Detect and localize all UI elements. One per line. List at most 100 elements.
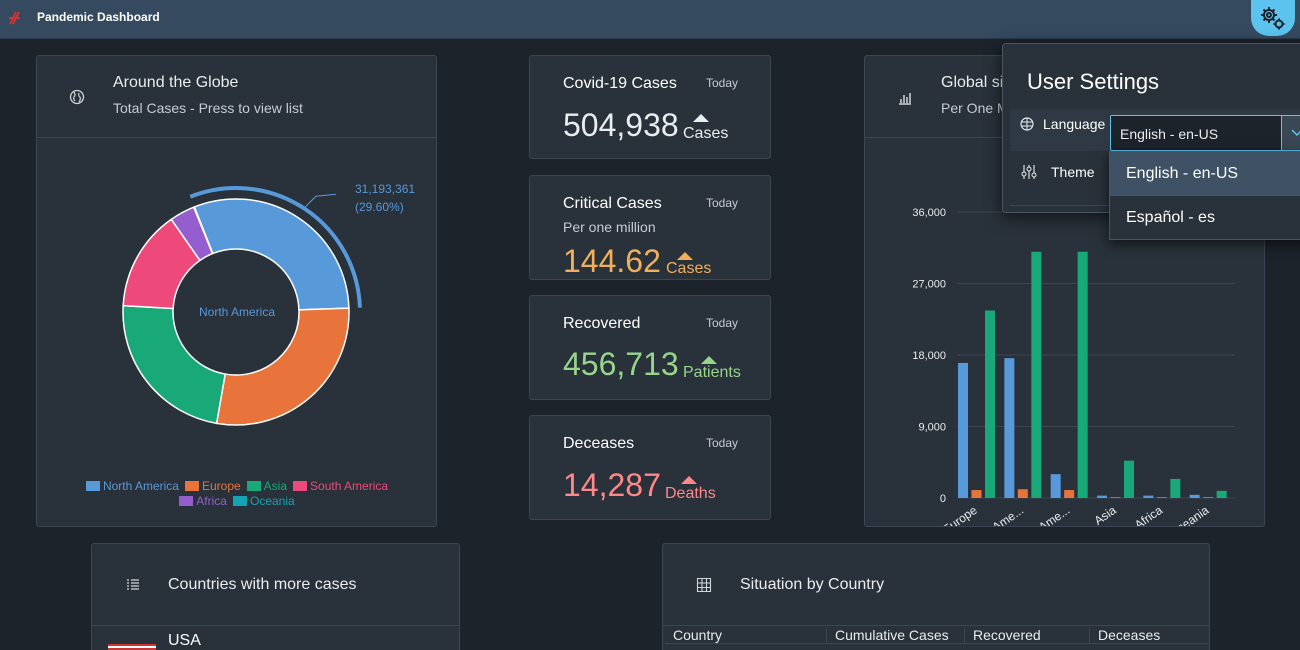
legend-label: North America [102, 479, 179, 493]
tile-deceases[interactable]: Deceases Today 14,287 Deaths [529, 415, 771, 520]
bar-recovered[interactable] [1170, 478, 1181, 498]
donut-chart[interactable]: North America 31,193,361 (29.60%) [37, 176, 436, 506]
up-arrow-icon [701, 356, 717, 364]
bar-recovered[interactable] [1124, 460, 1134, 498]
language-option-spanish[interactable]: Español - es [1110, 196, 1300, 240]
tile-title: Recovered [563, 315, 641, 332]
donut-legend: North America Europe Asia South America Afri… [75, 479, 405, 509]
tile-period: Today [706, 196, 739, 210]
tile-critical-cases[interactable]: Critical Cases Today Per one million 144… [529, 175, 771, 280]
bar-deaths[interactable] [1156, 497, 1167, 498]
y-tick-label: 27,000 [912, 279, 946, 291]
tile-recovered[interactable]: Recovered Today 456,713 Patients [529, 295, 771, 400]
up-arrow-icon [693, 114, 709, 122]
table-header: Country Cumulative Cases Recovered Decea… [665, 626, 1208, 644]
column-header-recovered[interactable]: Recovered [965, 627, 1090, 644]
bar-deaths[interactable] [1064, 490, 1075, 498]
bar-active[interactable] [1097, 495, 1107, 498]
legend-swatch [293, 481, 308, 491]
legend-item-asia[interactable]: Asia [246, 479, 288, 494]
card-title: Countries with more cases [168, 576, 357, 593]
tile-value: 14,287 [563, 467, 661, 503]
gears-icon [1261, 7, 1285, 30]
legend-label: Europe [201, 479, 241, 493]
card-title: Situation by Country [740, 576, 885, 593]
globe-icon [69, 89, 85, 105]
x-tick-label: Europe [940, 503, 980, 526]
countries-more-cases-card[interactable]: Countries with more cases USA [91, 543, 460, 650]
y-tick-label: 36,000 [912, 207, 946, 219]
language-label: Language [1043, 116, 1106, 132]
card-header: Countries with more cases [92, 544, 459, 626]
card-header: Around the Globe Total Cases - Press to … [37, 56, 436, 138]
tile-covid-cases[interactable]: Covid-19 Cases Today 504,938 Cases [529, 55, 771, 159]
language-select-value: English - en-US [1120, 126, 1219, 142]
callout-line [303, 193, 336, 209]
tile-unit: Patients [683, 364, 741, 381]
legend-item-south-america[interactable]: South America [293, 479, 388, 494]
legend-item-oceania[interactable]: Oceania [232, 494, 295, 509]
tile-value: 144.62 [563, 243, 661, 279]
country-name[interactable]: USA [168, 632, 201, 650]
situation-by-country-card[interactable]: Situation by Country Country Cumulative … [662, 543, 1210, 650]
card-subtitle: Total Cases - Press to view list [113, 100, 303, 116]
legend-label: Asia [263, 479, 288, 493]
legend-item-europe[interactable]: Europe [184, 479, 241, 494]
tile-title: Covid-19 Cases [563, 75, 677, 92]
legend-swatch [232, 496, 247, 506]
column-header-cumulative[interactable]: Cumulative Cases [827, 627, 965, 644]
around-the-globe-card[interactable]: Around the Globe Total Cases - Press to … [36, 55, 437, 527]
bar-recovered[interactable] [1216, 490, 1227, 498]
tile-subtitle: Per one million [563, 219, 656, 235]
table-icon [696, 577, 712, 593]
bar-deaths[interactable] [1110, 497, 1121, 498]
language-dropdown-list: English - en-US Español - es [1109, 151, 1300, 240]
y-tick-label: 9,000 [918, 422, 946, 434]
legend-label: Africa [196, 494, 227, 508]
bar-chart-icon [899, 93, 911, 105]
bar-recovered[interactable] [1031, 251, 1042, 498]
callout-percent: (29.60%) [355, 200, 404, 214]
bar-recovered[interactable] [985, 310, 995, 498]
bar-active[interactable] [1050, 474, 1061, 498]
donut-slice-europe[interactable] [215, 307, 350, 426]
tile-value: 504,938 [563, 107, 679, 143]
bar-recovered[interactable] [1077, 251, 1088, 498]
bar-active[interactable] [958, 362, 968, 498]
legend-swatch [184, 481, 199, 491]
card-header: Situation by Country [663, 544, 1209, 626]
card-subtitle: Per One M [941, 100, 1009, 116]
bar-active[interactable] [1004, 358, 1015, 498]
donut-slice-asia[interactable] [122, 304, 227, 425]
y-tick-label: 0 [940, 493, 946, 505]
bar-active[interactable] [1143, 495, 1154, 498]
tile-unit: Cases [683, 125, 729, 142]
tile-unit: Deaths [665, 485, 716, 502]
language-select[interactable]: English - en-US [1110, 115, 1300, 151]
settings-button[interactable] [1251, 0, 1295, 36]
bar-deaths[interactable] [1017, 489, 1028, 498]
legend-item-africa[interactable]: Africa [179, 494, 227, 509]
tile-period: Today [706, 436, 739, 450]
bar-deaths[interactable] [971, 490, 982, 498]
bar-active[interactable] [1189, 494, 1200, 498]
x-tick-label: Africa [1132, 503, 1165, 526]
up-arrow-icon [677, 252, 693, 260]
tile-title: Deceases [563, 435, 635, 452]
chevron-down-icon[interactable] [1281, 116, 1300, 150]
language-option-english[interactable]: English - en-US [1110, 152, 1300, 196]
shell-bar: Pandemic Dashboard [0, 0, 1300, 39]
legend-swatch [85, 481, 100, 491]
column-header-deceases[interactable]: Deceases [1090, 627, 1200, 644]
up-arrow-icon [681, 476, 697, 484]
list-icon [127, 579, 139, 590]
column-header-country[interactable]: Country [665, 627, 827, 644]
legend-swatch [246, 481, 261, 491]
callout-value: 31,193,361 [355, 182, 415, 196]
legend-item-north-america[interactable]: North America [85, 479, 179, 494]
card-title: Around the Globe [113, 74, 239, 91]
donut-slice-north-america[interactable] [193, 198, 350, 311]
bar-deaths[interactable] [1203, 497, 1214, 498]
tile-period: Today [706, 76, 739, 90]
donut-center-label: North America [199, 305, 275, 319]
